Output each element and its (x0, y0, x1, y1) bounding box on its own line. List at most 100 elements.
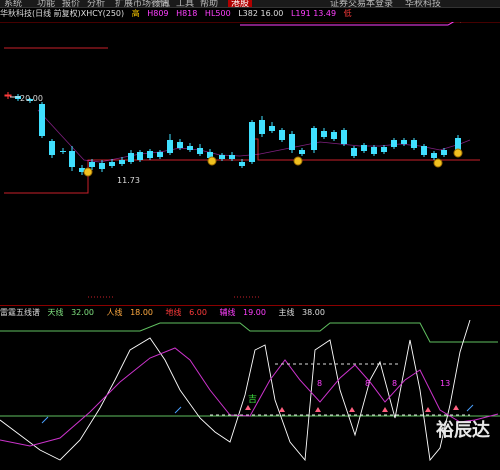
aux-line-label: 辅线 (219, 308, 236, 317)
candle-body (269, 126, 275, 131)
candle-body (119, 160, 125, 164)
candle-body (401, 140, 407, 144)
sky-line-value: 32.00 (71, 308, 94, 317)
candle-body (341, 130, 347, 144)
signal-arrow (349, 407, 355, 412)
candle-body (391, 140, 397, 147)
high-price-label: 20.00 (20, 94, 43, 103)
candle-body (259, 120, 265, 134)
candle-body (99, 163, 105, 169)
main-line (0, 320, 471, 462)
menu-bar: 系统 功能 报价 分析 扩展市场行情 资讯 工具 帮助 港股 证券交易本登录 华… (0, 0, 500, 8)
candle-body (69, 151, 75, 167)
candle-body (351, 148, 357, 156)
menu-item-system[interactable]: 系统 (4, 0, 22, 7)
buy-signal-coin (453, 148, 463, 158)
candle-body (137, 152, 143, 160)
candle-body (289, 134, 295, 150)
trend-tick (466, 404, 474, 412)
candlestick-chart[interactable]: 20.00 11.73 (0, 22, 500, 304)
main-chart-header: 华秋科技(日线 前复权)XHCY(250) 高 H809 H818 HL500 … (0, 8, 500, 21)
menu-item-stock[interactable]: 华秋科技 (405, 0, 441, 7)
panel-divider (0, 305, 500, 306)
buy-signal-coin (433, 158, 443, 168)
candle-body (177, 142, 183, 148)
main-line-label: 主线 (278, 308, 295, 317)
h818-label: H818 (176, 9, 198, 18)
annotation-gu: 吉 (248, 394, 257, 405)
indicator-chart[interactable]: 吉 8 8 8 13 (0, 320, 500, 470)
candle-body (371, 147, 377, 154)
annotation-8b: 8 (365, 379, 370, 388)
candle-body (219, 155, 225, 159)
candle-body (279, 130, 285, 140)
h809-label: H809 (147, 9, 169, 18)
candle-body (361, 145, 367, 151)
annotation-8c: 8 (392, 379, 397, 388)
candle-body (147, 151, 153, 158)
candle-body (421, 146, 427, 155)
candle-body (157, 152, 163, 157)
buy-signal-coin (207, 156, 217, 166)
candle-body (441, 150, 447, 155)
menu-item-help[interactable]: 帮助 (200, 0, 218, 7)
indicator-code: XHCY(250) (80, 9, 125, 18)
earth-line-value: 6.00 (189, 308, 207, 317)
candle-body (39, 104, 45, 136)
candle-body (455, 138, 461, 150)
candle-body (229, 155, 235, 159)
indicator-name: 雷霆五线谱 (0, 308, 40, 317)
candle-body (60, 151, 66, 152)
chart-title: 华秋科技(日线 前复权) (0, 9, 81, 18)
l191-label: L191 13.49 (290, 9, 337, 18)
signal-arrow (279, 407, 285, 412)
watermark: 裕辰达 (436, 420, 490, 441)
candle-body (299, 150, 305, 154)
menu-item-tools[interactable]: 工具 (176, 0, 194, 7)
human-line-value: 18.00 (130, 308, 153, 317)
high-label: 高 (131, 9, 140, 18)
l382-label: L382 16.00 (238, 9, 284, 18)
main-line-value: 38.00 (302, 308, 325, 317)
menu-item-analysis[interactable]: 分析 (87, 0, 105, 7)
candle-body (431, 153, 437, 158)
signal-arrow (453, 405, 459, 410)
signal-arrow (245, 405, 251, 410)
candle-body (197, 148, 203, 154)
candle-body (239, 162, 245, 166)
candle-body (4, 94, 12, 97)
candle-body (187, 146, 193, 150)
indicator-header: 雷霆五线谱 天线 32.00 人线 18.00 地线 6.00 辅线 19.00… (0, 307, 500, 320)
menu-item-function[interactable]: 功能 (37, 0, 55, 7)
candle-body (128, 153, 134, 162)
low-label: 低 (343, 9, 352, 18)
buy-signal-coin (293, 156, 303, 166)
candle-body (411, 140, 417, 148)
hl500-label: HL500 (204, 9, 231, 18)
annotation-8a: 8 (317, 379, 322, 388)
signal-arrow (382, 407, 388, 412)
candle-body (49, 141, 55, 155)
aux-line-value: 19.00 (243, 308, 266, 317)
candle-body (249, 122, 255, 162)
trend-tick (174, 406, 182, 414)
candle-body (109, 162, 115, 166)
menu-item-quote[interactable]: 报价 (62, 0, 80, 7)
human-line-label: 人线 (106, 308, 123, 317)
candle-body (89, 162, 95, 167)
signal-arrow (425, 407, 431, 412)
earth-line-label: 地线 (165, 308, 182, 317)
indicator-markers (41, 404, 474, 424)
candle-body (331, 132, 337, 139)
signal-arrow (315, 407, 321, 412)
candle-body (311, 128, 317, 150)
candle-body (321, 131, 327, 137)
menu-item-hk[interactable]: 港股 (228, 0, 253, 7)
sky-line-label: 天线 (47, 308, 64, 317)
buy-signal-coin (83, 167, 93, 177)
candle-body (381, 147, 387, 152)
menu-item-news[interactable]: 资讯 (152, 0, 170, 7)
low-price-label: 11.73 (117, 176, 140, 185)
candles-group (4, 92, 461, 175)
menu-item-trade-login[interactable]: 证券交易本登录 (330, 0, 393, 7)
